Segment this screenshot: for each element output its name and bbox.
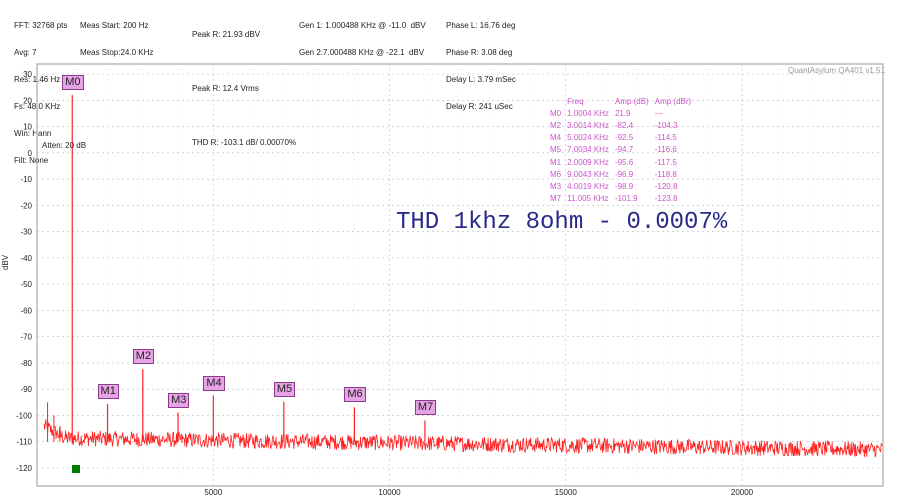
marker-table-cell: -118.8 <box>654 169 677 179</box>
marker-table-cell: M2 <box>550 120 562 130</box>
marker-table-cell: M1 <box>550 157 562 167</box>
marker-m4[interactable]: M4 <box>203 375 225 391</box>
y-axis-label: dBV <box>1 254 10 270</box>
y-tick-label: 30 <box>23 70 32 79</box>
marker-table-cell: 2.0009 KHz <box>567 157 609 167</box>
marker-table-row: M1 2.0009 KHz -95.6 -117.5 <box>550 156 697 168</box>
marker-table-cell: -95.6 <box>614 157 634 167</box>
marker-table-cell: M6 <box>550 169 562 179</box>
marker-table-cell: 9.0043 KHz <box>567 169 609 179</box>
marker-table-row: M3 4.0019 KHz -98.9 -120.8 <box>550 180 697 192</box>
marker-table-cell: -98.9 <box>614 181 634 191</box>
marker-table-cell: -104.3 <box>654 120 678 130</box>
y-tick-label: 20 <box>23 96 32 105</box>
marker-table-cell: 7.0034 KHz <box>567 145 609 155</box>
marker-table-cell: --- <box>654 108 663 118</box>
marker-table-row: M0 1.0004 KHz 21.9 --- <box>550 107 697 119</box>
marker-table-header: Amp (dBr) <box>654 96 692 106</box>
marker-table-cell: -101.9 <box>614 194 638 204</box>
marker-m5[interactable]: M5 <box>273 381 296 397</box>
marker-m1[interactable]: M1 <box>97 383 119 399</box>
marker-table-cell: 4.0019 KHz <box>567 181 609 191</box>
chart-grid <box>36 63 884 487</box>
y-tick-label: 0 <box>28 149 33 158</box>
y-tick-label: -110 <box>17 438 33 447</box>
y-tick-label: -10 <box>20 175 32 184</box>
marker-table-row: M7 11.005 KHz -101.9 -123.8 <box>550 193 697 205</box>
marker-table-header <box>550 95 567 107</box>
y-tick-label: -80 <box>20 359 32 368</box>
y-tick-label: -100 <box>16 411 33 420</box>
x-tick-label: 10000 <box>378 488 401 497</box>
marker-table-cell: M0 <box>550 108 562 118</box>
marker-table-cell: 5.0024 KHz <box>567 133 609 143</box>
y-tick-label: -50 <box>20 280 32 289</box>
marker-table-cell: 1.0004 KHz <box>567 108 609 118</box>
marker-table-row: M6 9.0043 KHz -96.9 -118.8 <box>550 168 697 180</box>
marker-m2[interactable]: M2 <box>132 349 155 365</box>
marker-table-cell: -82.4 <box>614 120 634 130</box>
marker-table-cell: -117.5 <box>654 157 677 167</box>
marker-table-cell: -92.5 <box>614 133 634 143</box>
marker-m7[interactable]: M7 <box>414 400 437 416</box>
spectrum-chart[interactable]: 30 20 10 0 -10 -20 -30 -40 -50 -60 -70 -80 -90 -100 -1… <box>0 0 900 500</box>
atten-label: Atten: 20 dB <box>42 141 87 150</box>
marker-table-row: M5 7.0034 KHz -94.7 -116.6 <box>550 144 697 156</box>
marker-m6[interactable]: M6 <box>344 387 366 403</box>
marker-m3[interactable]: M3 <box>168 392 190 408</box>
thd-annotation: THD 1khz 8ohm - 0.0007% <box>396 209 728 236</box>
marker-table-cell: -94.7 <box>614 145 634 155</box>
marker-table-cell: 3.0014 KHz <box>567 120 609 130</box>
y-tick-label: -120 <box>16 464 33 473</box>
y-tick-label: -90 <box>20 385 32 394</box>
marker-table-cell: 11.005 KHz <box>567 194 609 204</box>
y-tick-label: -30 <box>20 228 32 237</box>
marker-table-cell: M5 <box>550 145 562 155</box>
brand-label: QuantAsylum QA401 v1.51 <box>788 66 885 75</box>
marker-table-cell: -114.5 <box>654 133 677 143</box>
y-tick-label: -20 <box>20 201 32 210</box>
marker-table-row: M2 3.0014 KHz -82.4 -104.3 <box>550 119 697 131</box>
x-tick-label: 5000 <box>204 488 222 497</box>
marker-table-cell: -123.8 <box>654 194 678 204</box>
marker-table-cell: 21.9 <box>614 108 631 118</box>
y-tick-label: -70 <box>20 333 32 342</box>
marker-handle[interactable] <box>72 465 80 473</box>
marker-table-row: M4 5.0024 KHz -92.5 -114.5 <box>550 132 697 144</box>
marker-table-cell: -120.8 <box>654 181 678 191</box>
y-tick-label: -40 <box>20 254 32 263</box>
marker-m0[interactable]: M0 <box>62 75 84 91</box>
marker-table-cell: M7 <box>550 194 562 204</box>
y-tick-label: 10 <box>23 123 32 132</box>
marker-table-cell: -116.6 <box>654 145 677 155</box>
marker-table-cell: -96.9 <box>614 169 634 179</box>
marker-table: Freq Amp (dB) Amp (dBr) M0 1.0004 KHz 21.9 ---… <box>550 95 697 205</box>
noise-floor-trace <box>43 419 884 458</box>
x-tick-label: 20000 <box>731 488 754 497</box>
marker-table-cell: M3 <box>550 181 562 191</box>
marker-table-cell: M4 <box>550 133 562 143</box>
x-tick-label: 15000 <box>555 488 578 497</box>
marker-table-header: Freq <box>567 96 584 106</box>
y-tick-label: -60 <box>20 306 32 315</box>
marker-table-header: Amp (dB) <box>614 96 649 106</box>
